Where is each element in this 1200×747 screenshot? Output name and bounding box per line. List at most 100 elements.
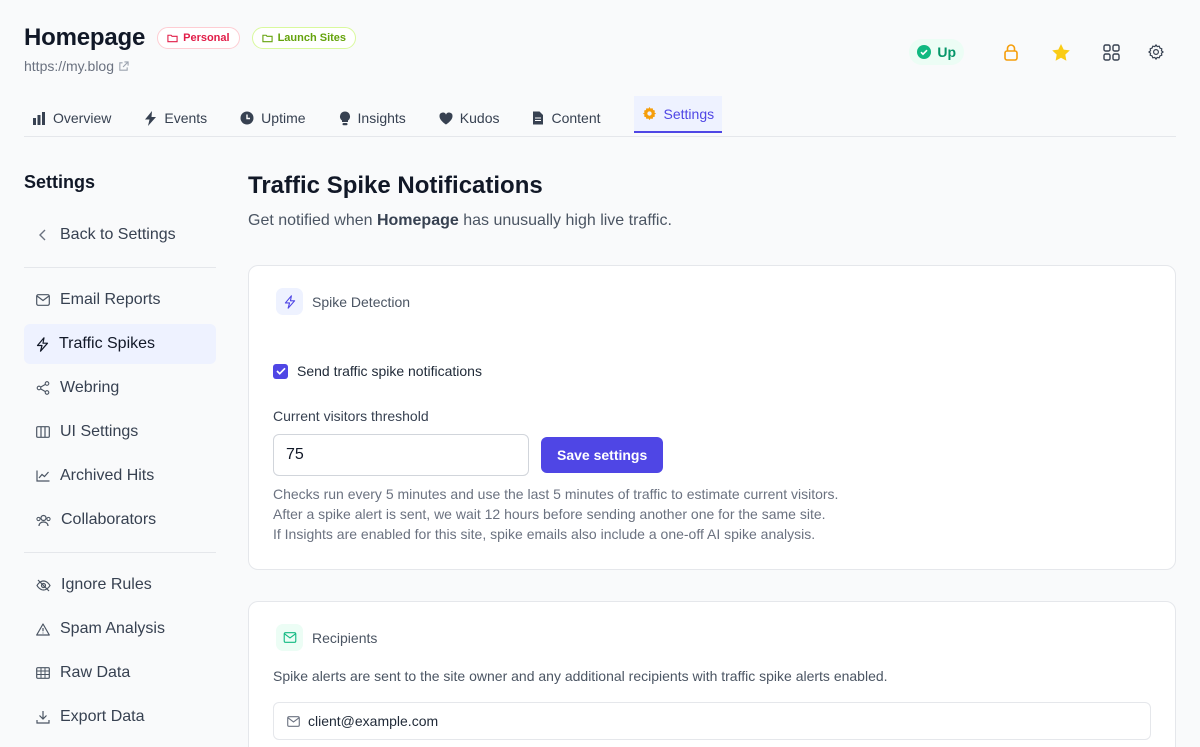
line-chart-icon xyxy=(36,470,50,482)
subtitle-suffix: has unusually high live traffic. xyxy=(458,212,672,229)
spike-notifications-checkbox-row[interactable]: Send traffic spike notifications xyxy=(273,363,482,379)
subtitle-prefix: Get notified when xyxy=(248,212,377,229)
site-header: Homepage Personal Launch Sites https://m… xyxy=(24,24,1176,84)
tab-kudos-label: Kudos xyxy=(459,110,500,126)
check-icon xyxy=(275,367,286,375)
sidebar-item-label: Collaborators xyxy=(61,511,157,528)
sidebar-item-archived-hits[interactable]: Archived Hits xyxy=(24,456,216,496)
bolt-icon xyxy=(145,110,157,126)
spike-notifications-label: Send traffic spike notifications xyxy=(297,363,482,379)
tab-events[interactable]: Events xyxy=(144,100,207,136)
status-label: Up xyxy=(937,44,956,60)
tab-uptime-label: Uptime xyxy=(261,110,306,126)
clock-icon xyxy=(240,111,254,125)
help-line: Checks run every 5 minutes and use the l… xyxy=(273,486,839,502)
recipients-card: Recipients Spike alerts are sent to the … xyxy=(248,601,1176,747)
star-icon xyxy=(1052,43,1070,61)
recipients-heading: Recipients xyxy=(312,629,378,646)
back-to-settings-link[interactable]: Back to Settings xyxy=(24,215,216,255)
sidebar-item-ui-settings[interactable]: UI Settings xyxy=(24,412,216,452)
sidebar-item-label: UI Settings xyxy=(60,423,139,440)
settings-sidebar: Settings Back to Settings Email Reports … xyxy=(24,172,216,737)
threshold-input[interactable] xyxy=(273,434,529,476)
bar-chart-icon xyxy=(33,111,45,125)
help-line: After a spike alert is sent, we wait 12 … xyxy=(273,506,826,522)
check-circle-icon xyxy=(917,45,932,59)
heart-icon xyxy=(439,112,453,124)
site-settings-button[interactable] xyxy=(1136,38,1176,66)
gear-icon xyxy=(642,106,656,121)
spike-notifications-checkbox[interactable] xyxy=(273,363,288,379)
bolt-icon xyxy=(284,294,295,309)
sidebar-item-export-data[interactable]: Export Data xyxy=(24,697,216,737)
sidebar-item-collaborators[interactable]: Collaborators xyxy=(24,500,216,540)
tab-uptime[interactable]: Uptime xyxy=(240,100,306,136)
tag-personal-label: Personal xyxy=(183,32,230,44)
spike-detection-icon-badge xyxy=(276,288,303,315)
sidebar-item-email-reports[interactable]: Email Reports xyxy=(24,280,216,320)
sidebar-item-label: Raw Data xyxy=(60,664,131,681)
sidebar-item-spam-analysis[interactable]: Spam Analysis xyxy=(24,609,216,649)
favorite-button[interactable] xyxy=(1036,38,1086,66)
sidebar-item-label: Archived Hits xyxy=(60,467,155,484)
sidebar-title: Settings xyxy=(24,172,96,192)
tab-content[interactable]: Content xyxy=(532,100,601,136)
apps-button[interactable] xyxy=(1086,38,1136,66)
subtitle-site-name: Homepage xyxy=(376,212,459,229)
site-url-text: https://my.blog xyxy=(24,58,115,74)
threshold-label: Current visitors threshold xyxy=(273,408,429,424)
document-icon xyxy=(533,111,544,125)
spike-detection-header: Spike Detection xyxy=(276,288,410,315)
lock-icon xyxy=(1004,44,1018,61)
recipient-email: client@example.com xyxy=(308,713,439,729)
recipients-icon-badge xyxy=(276,624,303,651)
main-content: Traffic Spike Notifications Get notified… xyxy=(248,172,1176,747)
share-icon xyxy=(36,381,50,395)
tab-insights[interactable]: Insights xyxy=(339,100,406,136)
sidebar-item-webring[interactable]: Webring xyxy=(24,368,216,408)
columns-icon xyxy=(36,426,50,438)
table-icon xyxy=(36,667,50,679)
tag-personal[interactable]: Personal xyxy=(157,27,240,49)
sidebar-item-ignore-rules[interactable]: Ignore Rules xyxy=(24,565,216,605)
tab-events-label: Events xyxy=(164,110,208,126)
spike-detection-heading: Spike Detection xyxy=(312,293,411,310)
mail-icon xyxy=(287,715,300,727)
chevron-left-icon xyxy=(39,229,46,241)
lightbulb-icon xyxy=(339,111,350,125)
spike-detection-card: Spike Detection Send traffic spike notif… xyxy=(248,265,1176,570)
page-subtitle: Get notified when Homepage has unusually… xyxy=(248,212,1176,230)
tab-overview[interactable]: Overview xyxy=(32,100,111,136)
recipient-item[interactable]: client@example.com xyxy=(273,702,1151,740)
sidebar-item-traffic-spikes[interactable]: Traffic Spikes xyxy=(24,324,216,364)
tab-kudos[interactable]: Kudos xyxy=(439,100,500,136)
tag-launch-sites-label: Launch Sites xyxy=(277,32,347,44)
tab-settings-label: Settings xyxy=(663,105,715,122)
eye-off-icon xyxy=(36,579,51,591)
lock-button[interactable] xyxy=(986,38,1036,66)
folder-icon xyxy=(167,34,178,43)
threshold-help-text: Checks run every 5 minutes and use the l… xyxy=(273,484,838,544)
external-link-icon xyxy=(119,60,129,71)
sidebar-item-raw-data[interactable]: Raw Data xyxy=(24,653,216,693)
save-settings-button[interactable]: Save settings xyxy=(541,437,664,473)
tab-settings[interactable]: Settings xyxy=(633,96,723,133)
help-line: If Insights are enabled for this site, s… xyxy=(273,526,816,542)
page-title: Traffic Spike Notifications xyxy=(248,172,543,199)
sidebar-item-label: Export Data xyxy=(60,708,145,725)
users-icon xyxy=(36,514,51,526)
grid-icon xyxy=(1102,43,1120,61)
recipients-description: Spike alerts are sent to the site owner … xyxy=(273,668,888,684)
mail-icon xyxy=(36,294,50,306)
uptime-status-badge[interactable]: Up xyxy=(909,39,964,65)
warning-icon xyxy=(36,622,50,636)
tab-content-label: Content xyxy=(551,110,601,126)
bolt-icon xyxy=(36,336,49,352)
sidebar-item-label: Email Reports xyxy=(60,291,161,308)
threshold-input-row: Save settings xyxy=(273,434,664,476)
back-to-settings-label: Back to Settings xyxy=(60,226,176,243)
gear-icon xyxy=(1148,44,1164,60)
tag-launch-sites[interactable]: Launch Sites xyxy=(251,27,357,49)
download-icon xyxy=(36,711,50,724)
sidebar-item-label: Traffic Spikes xyxy=(59,335,156,352)
